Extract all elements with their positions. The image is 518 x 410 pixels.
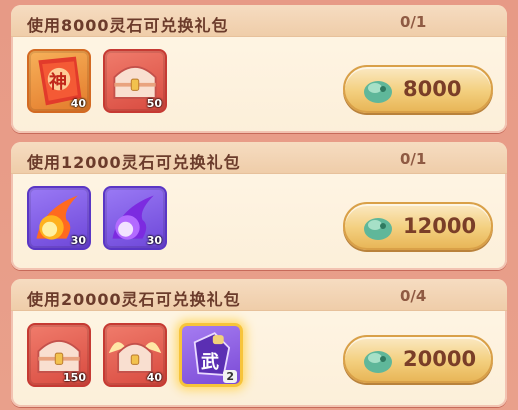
scroll-glyph: 神	[49, 72, 67, 93]
pack-card-3: 使用20000灵石可兑换礼包 0/4 150 40 武 2 20000	[11, 279, 507, 407]
treasure-chest-icon[interactable]: 50	[103, 49, 167, 113]
item-quantity: 40	[70, 97, 86, 110]
spirit-stone-icon	[364, 81, 392, 103]
pack-header: 使用12000灵石可兑换礼包 0/1	[11, 142, 507, 174]
pack-card-2: 使用12000灵石可兑换礼包 0/1 30 30 12000	[11, 142, 507, 270]
exchange-button-12000[interactable]: 12000	[343, 202, 493, 250]
martial-token-icon[interactable]: 武 2	[179, 323, 243, 387]
exchange-button-8000[interactable]: 8000	[343, 65, 493, 113]
pack-card-1: 使用8000灵石可兑换礼包 0/1 神 40 50 8000	[11, 5, 507, 133]
token-glyph: 武	[201, 352, 219, 373]
item-quantity: 40	[146, 371, 162, 384]
treasure-chest-icon[interactable]: 150	[27, 323, 91, 387]
scroll-icon[interactable]: 神 40	[27, 49, 91, 113]
pack-count: 0/4	[400, 287, 427, 305]
spirit-stone-icon	[364, 351, 392, 373]
pack-title: 使用20000灵石可兑换礼包	[27, 290, 241, 309]
pack-count: 0/1	[400, 150, 427, 168]
item-quantity: 30	[146, 234, 162, 247]
price-label: 12000	[403, 214, 477, 238]
item-quantity: 2	[223, 370, 237, 383]
price-label: 20000	[403, 347, 477, 371]
pack-header: 使用8000灵石可兑换礼包 0/1	[11, 5, 507, 37]
orange-fireball-icon[interactable]: 30	[27, 186, 91, 250]
pack-count: 0/1	[400, 13, 427, 31]
pack-title: 使用8000灵石可兑换礼包	[27, 16, 229, 35]
pack-header: 使用20000灵石可兑换礼包 0/4	[11, 279, 507, 311]
winged-chest-icon[interactable]: 40	[103, 323, 167, 387]
exchange-button-20000[interactable]: 20000	[343, 335, 493, 383]
item-quantity: 30	[70, 234, 86, 247]
purple-fireball-icon[interactable]: 30	[103, 186, 167, 250]
price-label: 8000	[403, 77, 462, 101]
spirit-stone-icon	[364, 218, 392, 240]
pack-title: 使用12000灵石可兑换礼包	[27, 153, 241, 172]
item-quantity: 50	[146, 97, 162, 110]
item-quantity: 150	[63, 371, 86, 384]
